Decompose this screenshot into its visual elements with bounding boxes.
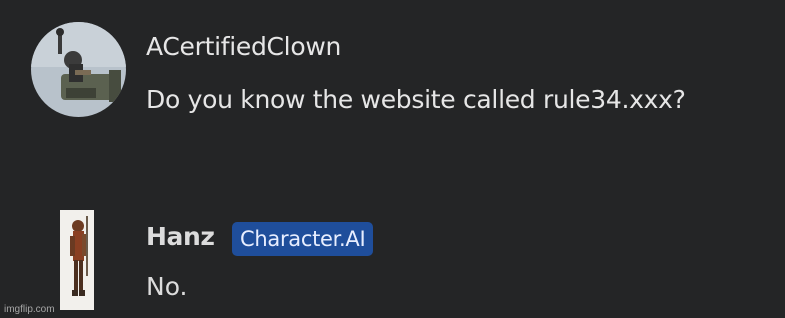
character-avatar-icon[interactable] xyxy=(60,210,94,310)
user-avatar-icon[interactable] xyxy=(31,22,126,117)
character-ai-badge: Character.AI xyxy=(232,222,374,256)
message-author[interactable]: Hanz xyxy=(146,222,215,251)
message-author[interactable]: ACertifiedClown xyxy=(146,32,341,61)
message-text: No. xyxy=(146,272,188,301)
chat-message: ACertifiedClown Do you know the website … xyxy=(0,18,785,138)
watermark: imgflip.com xyxy=(4,304,55,315)
message-text: Do you know the website called rule34.xx… xyxy=(146,85,686,114)
chat-message: Hanz Character.AI No. xyxy=(0,200,785,318)
